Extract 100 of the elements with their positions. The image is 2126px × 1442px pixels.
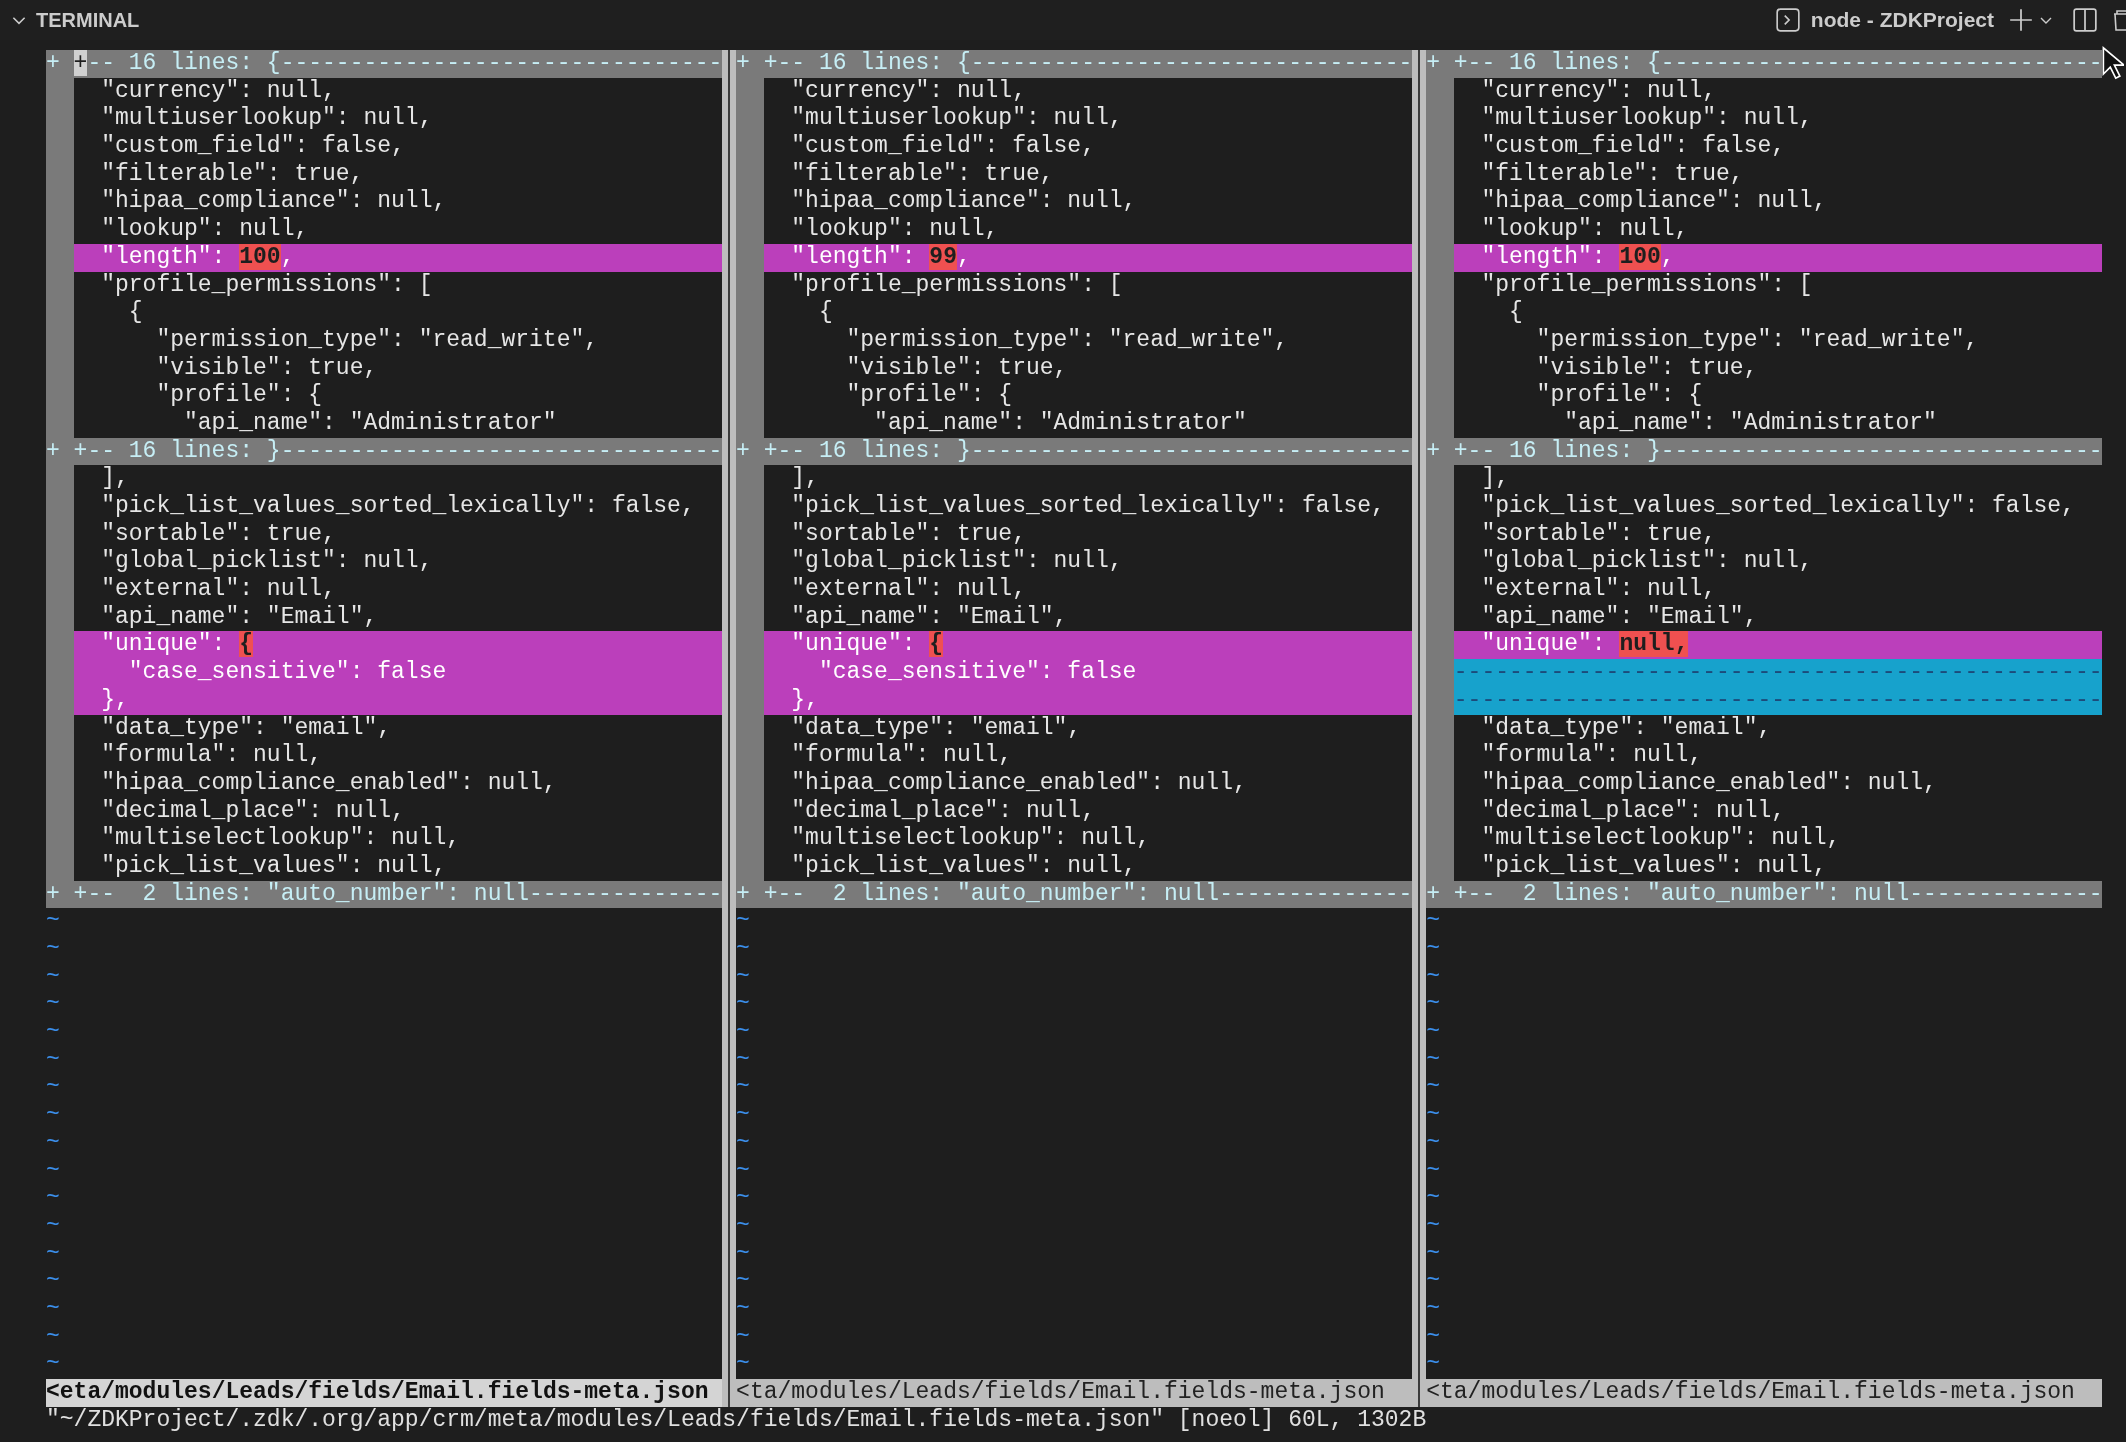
tilde-marker: ~	[46, 1129, 60, 1158]
tilde-marker: ~	[46, 1240, 60, 1269]
tilde-marker: ~	[736, 1129, 750, 1158]
tilde-marker: ~	[736, 1295, 750, 1324]
code-line: "visible": true,	[1535, 354, 1759, 383]
tilde-marker: ~	[46, 1295, 60, 1324]
tilde-marker: ~	[1426, 1102, 1440, 1130]
tilde-marker: ~	[1426, 1185, 1440, 1213]
trash-icon[interactable]	[2112, 7, 2126, 33]
tilde-marker: ~	[736, 1157, 750, 1186]
code-line: "global_picklist": null,	[1480, 548, 1814, 577]
fold-marker[interactable]: +	[1426, 50, 1440, 76]
code-line: "formula": null,	[1480, 742, 1704, 770]
tilde-marker: ~	[1426, 1046, 1440, 1075]
tilde-marker: ~	[46, 1351, 60, 1379]
tilde-marker: ~	[1426, 1240, 1440, 1269]
tilde-marker: ~	[736, 1240, 750, 1269]
status-bar: <ta/modules/Leads/fields/Email.fields-meta.json	[736, 1379, 1413, 1407]
code-line: "data_type": "email",	[100, 714, 393, 743]
code-line: "multiuserlookup": null,	[1480, 105, 1814, 134]
code-line: "filterable": true,	[100, 160, 365, 189]
code-line: "multiuserlookup": null,	[790, 105, 1124, 134]
code-line: "multiselectlookup": null,	[790, 825, 1152, 853]
code-line: {	[817, 299, 834, 327]
tilde-marker: ~	[1426, 1129, 1440, 1158]
code-line: "global_picklist": null,	[790, 548, 1124, 577]
code-line: "global_picklist": null,	[100, 548, 434, 577]
code-line: "lookup": null,	[1480, 216, 1690, 244]
tilde-marker: ~	[46, 1019, 60, 1047]
tilde-marker: ~	[46, 1157, 60, 1186]
code-line: "api_name": "Administrator"	[183, 409, 558, 438]
tilde-marker: ~	[736, 963, 750, 992]
tilde-marker: ~	[46, 1102, 60, 1130]
tilde-marker: ~	[1426, 963, 1440, 992]
code-line: ],	[790, 465, 820, 493]
code-line: "multiselectlookup": null,	[100, 825, 462, 853]
fold-marker[interactable]: +	[1426, 880, 1440, 907]
tilde-marker: ~	[1426, 1157, 1440, 1186]
tilde-marker: ~	[736, 1019, 750, 1047]
tilde-marker: ~	[46, 1046, 60, 1075]
status-bar: <eta/modules/Leads/fields/Email.fields-meta.json	[46, 1379, 723, 1407]
code-line: "formula": null,	[790, 742, 1014, 770]
tilde-marker: ~	[736, 1102, 750, 1130]
code-line: "filterable": true,	[790, 160, 1055, 189]
fold-marker[interactable]: +	[736, 880, 750, 907]
code-line: "external": null,	[100, 576, 337, 604]
code-line: "lookup": null,	[100, 216, 310, 244]
code-line: "decimal_place": null,	[100, 797, 406, 826]
code-line: "custom_field": false,	[790, 133, 1096, 161]
code-line: "api_name": "Email",	[790, 603, 1069, 632]
code-line: "api_name": "Email",	[1480, 603, 1759, 632]
code-line: "currency": null,	[790, 77, 1027, 106]
panel-title: TERMINAL	[36, 8, 140, 33]
tilde-marker: ~	[1426, 1323, 1440, 1352]
fold-marker[interactable]: +	[736, 437, 750, 464]
code-line: "pick_list_values": null,	[100, 852, 448, 881]
tilde-marker: ~	[736, 1351, 750, 1379]
code-line: "api_name": "Administrator"	[1563, 409, 1938, 438]
code-line: "external": null,	[790, 576, 1027, 604]
fold-marker[interactable]: +	[1426, 437, 1440, 464]
code-line: "profile_permissions": [	[1480, 271, 1814, 300]
code-line: "currency": null,	[100, 77, 337, 106]
tilde-marker: ~	[1426, 936, 1440, 964]
tilde-marker: ~	[46, 1074, 60, 1103]
code-line: "hipaa_compliance_enabled": null,	[100, 769, 558, 798]
fold-marker[interactable]: +	[46, 50, 60, 76]
plus-icon[interactable]	[2008, 7, 2034, 33]
status-bar: <ta/modules/Leads/fields/Email.fields-meta.json	[1426, 1379, 2103, 1407]
code-line: "sortable": true,	[1480, 520, 1718, 549]
code-line: "hipaa_compliance": null,	[1480, 188, 1828, 217]
code-line: "pick_list_values_sorted_lexically": false,	[790, 493, 1386, 521]
tilde-marker: ~	[46, 1268, 60, 1296]
terminal-name[interactable]: node - ZDKProject	[1810, 4, 1994, 36]
tilde-marker: ~	[1426, 908, 1440, 936]
code-line: "visible": true,	[845, 354, 1069, 383]
fold-marker[interactable]: +	[46, 880, 60, 907]
code-line: "multiselectlookup": null,	[1480, 825, 1842, 853]
tilde-marker: ~	[46, 936, 60, 964]
code-line: {	[127, 299, 144, 327]
code-line: "decimal_place": null,	[1480, 797, 1787, 826]
tilde-marker: ~	[1426, 1295, 1440, 1324]
split-icon[interactable]	[2072, 7, 2098, 33]
fold-marker[interactable]: +	[46, 437, 60, 464]
fold-marker[interactable]: +	[736, 50, 750, 76]
code-line: "hipaa_compliance_enabled": null,	[1480, 769, 1938, 798]
tilde-marker: ~	[1426, 1019, 1440, 1047]
code-line: "profile": {	[155, 382, 324, 410]
tilde-marker: ~	[736, 1074, 750, 1103]
tilde-marker: ~	[736, 991, 750, 1020]
tilde-marker: ~	[1426, 991, 1440, 1020]
code-line: "multiuserlookup": null,	[100, 105, 434, 134]
code-line: "api_name": "Email",	[100, 603, 379, 632]
code-line: "hipaa_compliance": null,	[790, 188, 1138, 217]
pointer-icon	[2102, 46, 2124, 80]
tilde-marker: ~	[736, 1185, 750, 1213]
code-line: "permission_type": "read_write",	[155, 326, 600, 355]
tilde-marker: ~	[1426, 1268, 1440, 1296]
command-line: "~/ZDKProject/.zdk/.org/app/crm/meta/modules/Leads/fields/Email.fields-meta.json" [noeol] 60L, 1302B	[45, 1406, 1428, 1435]
code-line: "currency": null,	[1480, 77, 1718, 106]
code-line: "api_name": "Administrator"	[873, 409, 1248, 438]
